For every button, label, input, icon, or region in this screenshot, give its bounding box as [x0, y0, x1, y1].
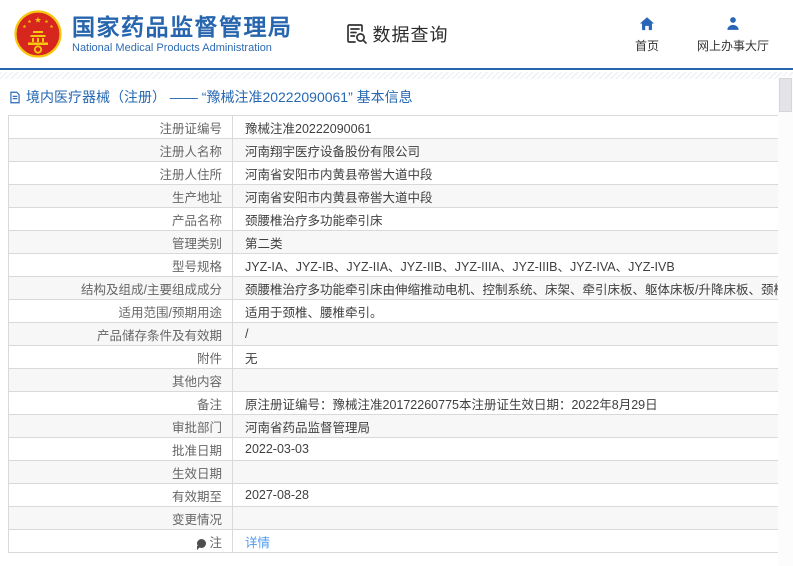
row-value: 原注册证编号：豫械注准20172260775本注册证生效日期：2022年8月29…: [232, 391, 784, 415]
row-value: 无: [232, 345, 784, 369]
row-value: [232, 460, 784, 484]
section-title: 数据查询: [372, 25, 449, 45]
home-icon: [638, 14, 656, 32]
row-label: 结构及组成/主要组成成分: [8, 276, 233, 300]
row-value: 河南省药品监督管理局: [232, 414, 784, 438]
table-row: 注册证编号 豫械注准20222090061: [8, 115, 784, 139]
row-label: 注册证编号: [8, 115, 233, 139]
document-icon: [8, 90, 22, 105]
row-label: 产品储存条件及有效期: [8, 322, 233, 346]
row-label: 批准日期: [8, 437, 233, 461]
scrollbar-thumb[interactable]: [779, 78, 792, 112]
row-value: JYZ-IA、JYZ-IB、JYZ-IIA、JYZ-IIB、JYZ-IIIA、J…: [232, 253, 784, 277]
table-row: 生产地址 河南省安阳市内黄县帝喾大道中段: [8, 184, 784, 208]
table-row: 其他内容: [8, 368, 784, 392]
detail-link[interactable]: 详情: [245, 536, 270, 550]
table-row: 生效日期: [8, 460, 784, 484]
row-value: /: [232, 322, 784, 346]
org-name-en: National Medical Products Administration: [72, 42, 272, 55]
org-titles: 国家药品监督管理局 National Medical Products Admi…: [72, 14, 293, 54]
row-value: 颈腰椎治疗多功能牵引床由伸缩推动电机、控制系统、床架、牵引床板、躯体床板/升降床…: [232, 276, 784, 300]
top-nav: 首页 网上办事大厅: [635, 14, 779, 54]
breadcrumb: 境内医疗器械（注册） —— “豫械注准20222090061” 基本信息: [8, 87, 773, 107]
row-value: 2022-03-03: [232, 437, 784, 461]
row-label: 生产地址: [8, 184, 233, 208]
nav-label-home: 首页: [634, 39, 659, 53]
row-value: 适用于颈椎、腰椎牵引。: [232, 299, 784, 323]
row-label: 适用范围/预期用途: [8, 299, 233, 323]
row-value: [232, 368, 784, 392]
national-emblem-logo: [14, 10, 62, 58]
table-row: 结构及组成/主要组成成分 颈腰椎治疗多功能牵引床由伸缩推动电机、控制系统、床架、牵…: [8, 276, 784, 300]
table-row: 型号规格 JYZ-IA、JYZ-IB、JYZ-IIA、JYZ-IIB、JYZ-II…: [8, 253, 784, 277]
row-label: 有效期至: [8, 483, 233, 507]
row-label: 生效日期: [8, 460, 233, 484]
registration-info-table: 注册证编号 豫械注准20222090061 注册人名称 河南翔宇医疗设备股份有限公司注…: [8, 115, 784, 553]
row-label: 型号规格: [8, 253, 233, 277]
table-row: 批准日期 2022-03-03: [8, 437, 784, 461]
table-row: 注册人名称 河南翔宇医疗设备股份有限公司: [8, 138, 784, 162]
table-row: 管理类别 第二类: [8, 230, 784, 254]
nav-item-service-hall[interactable]: 网上办事大厅: [697, 14, 769, 54]
table-row: 有效期至 2027-08-28: [8, 483, 784, 507]
row-label: 管理类别: [8, 230, 233, 254]
nav-label-service-hall: 网上办事大厅: [696, 39, 769, 53]
breadcrumb-text: 境内医疗器械（注册） —— “豫械注准20222090061” 基本信息: [26, 89, 413, 105]
row-value: 豫械注准20222090061: [232, 115, 784, 139]
user-icon: [724, 14, 742, 32]
table-row: 产品名称 颈腰椎治疗多功能牵引床: [8, 207, 784, 231]
scrollbar-track[interactable]: [778, 76, 793, 566]
row-label: 变更情况: [8, 506, 233, 530]
row-label: 审批部门: [8, 414, 233, 438]
table-row: 备注 原注册证编号：豫械注准20172260775本注册证生效日期：2022年8月…: [8, 391, 784, 415]
nav-item-home[interactable]: 首页: [635, 14, 659, 54]
header-hatch-strip: [0, 72, 793, 79]
table-row: 适用范围/预期用途 适用于颈椎、腰椎牵引。: [8, 299, 784, 323]
row-label: 注册人住所: [8, 161, 233, 185]
row-value: 2027-08-28: [232, 483, 784, 507]
table-row: 审批部门 河南省药品监督管理局: [8, 414, 784, 438]
table-row: 产品储存条件及有效期 /: [8, 322, 784, 346]
info-table-body: 注册证编号 豫械注准20222090061 注册人名称 河南翔宇医疗设备股份有限公司注…: [8, 115, 784, 553]
row-value: 详情: [232, 529, 784, 553]
row-label: 注: [8, 529, 233, 553]
note-icon: [197, 538, 207, 550]
row-value: 河南翔宇医疗设备股份有限公司: [232, 138, 784, 162]
table-row: 附件无: [8, 345, 784, 369]
row-value: 颈腰椎治疗多功能牵引床: [232, 207, 784, 231]
table-row: 变更情况: [8, 506, 784, 530]
row-label: 其他内容: [8, 368, 233, 392]
page: 国家药品监督管理局 National Medical Products Admi…: [0, 0, 793, 566]
row-value: 第二类: [232, 230, 784, 254]
row-label: 附件: [8, 345, 233, 369]
row-label: 注册人名称: [8, 138, 233, 162]
row-value: [232, 506, 784, 530]
site-header: 国家药品监督管理局 National Medical Products Admi…: [0, 0, 793, 70]
data-query-section: 数据查询: [345, 21, 449, 47]
org-name-cn: 国家药品监督管理局: [72, 13, 293, 40]
row-value: 河南省安阳市内黄县帝喾大道中段: [232, 184, 784, 208]
table-row: 注册人住所 河南省安阳市内黄县帝喾大道中段: [8, 161, 784, 185]
row-value: 河南省安阳市内黄县帝喾大道中段: [232, 161, 784, 185]
table-row: 注详情: [8, 529, 784, 553]
data-query-icon: [346, 24, 367, 44]
row-label: 产品名称: [8, 207, 233, 231]
row-label: 备注: [8, 391, 233, 415]
